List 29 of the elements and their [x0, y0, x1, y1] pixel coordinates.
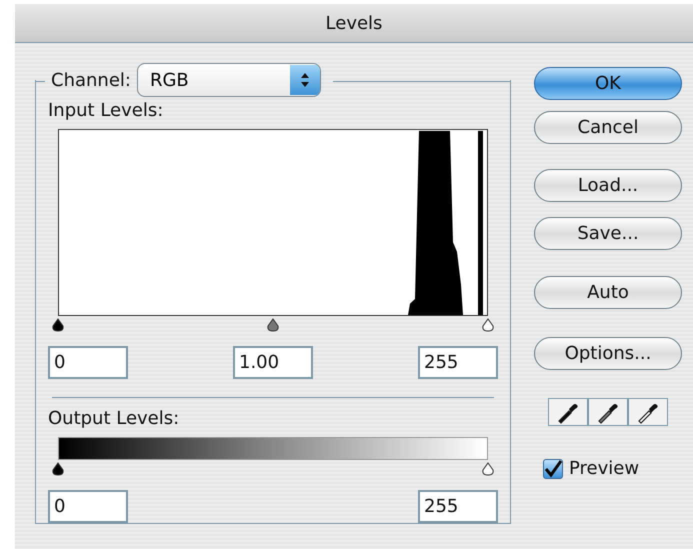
preview-label: Preview [569, 458, 640, 479]
channel-label: Channel: [51, 70, 131, 90]
slider-track[interactable] [51, 316, 495, 334]
level-field[interactable]: 1.00 [233, 346, 313, 379]
stepper-arrows-icon [300, 71, 310, 89]
dialog-button[interactable]: Load... [534, 169, 682, 202]
eyedropper-button[interactable] [588, 398, 628, 426]
slider-thumb[interactable] [51, 462, 65, 476]
slider-thumb[interactable] [481, 462, 495, 476]
dialog-button[interactable]: Cancel [534, 111, 682, 144]
eyedropper-button[interactable] [628, 398, 668, 426]
eyedropper-button[interactable] [548, 398, 588, 426]
dialog-button[interactable]: Save... [534, 217, 682, 250]
slider-thumb[interactable] [266, 318, 280, 332]
slider-track[interactable] [51, 460, 495, 478]
preview-checkbox[interactable] [543, 458, 563, 478]
input-levels-label: Input Levels: [48, 100, 164, 121]
slider-thumb[interactable] [51, 318, 65, 332]
output-levels-label: Output Levels: [48, 408, 180, 429]
channel-dropdown[interactable]: RGB [136, 63, 321, 97]
dialog-button[interactable]: Options... [534, 337, 682, 370]
dialog-button[interactable]: Auto [534, 276, 682, 309]
level-field[interactable]: 255 [418, 346, 498, 379]
level-field[interactable]: 0 [48, 490, 128, 523]
window-title: Levels [326, 12, 382, 34]
level-field[interactable]: 255 [418, 490, 498, 523]
level-field[interactable]: 0 [48, 346, 128, 379]
dialog-button[interactable]: OK [534, 67, 682, 100]
slider-thumb[interactable] [481, 318, 495, 332]
